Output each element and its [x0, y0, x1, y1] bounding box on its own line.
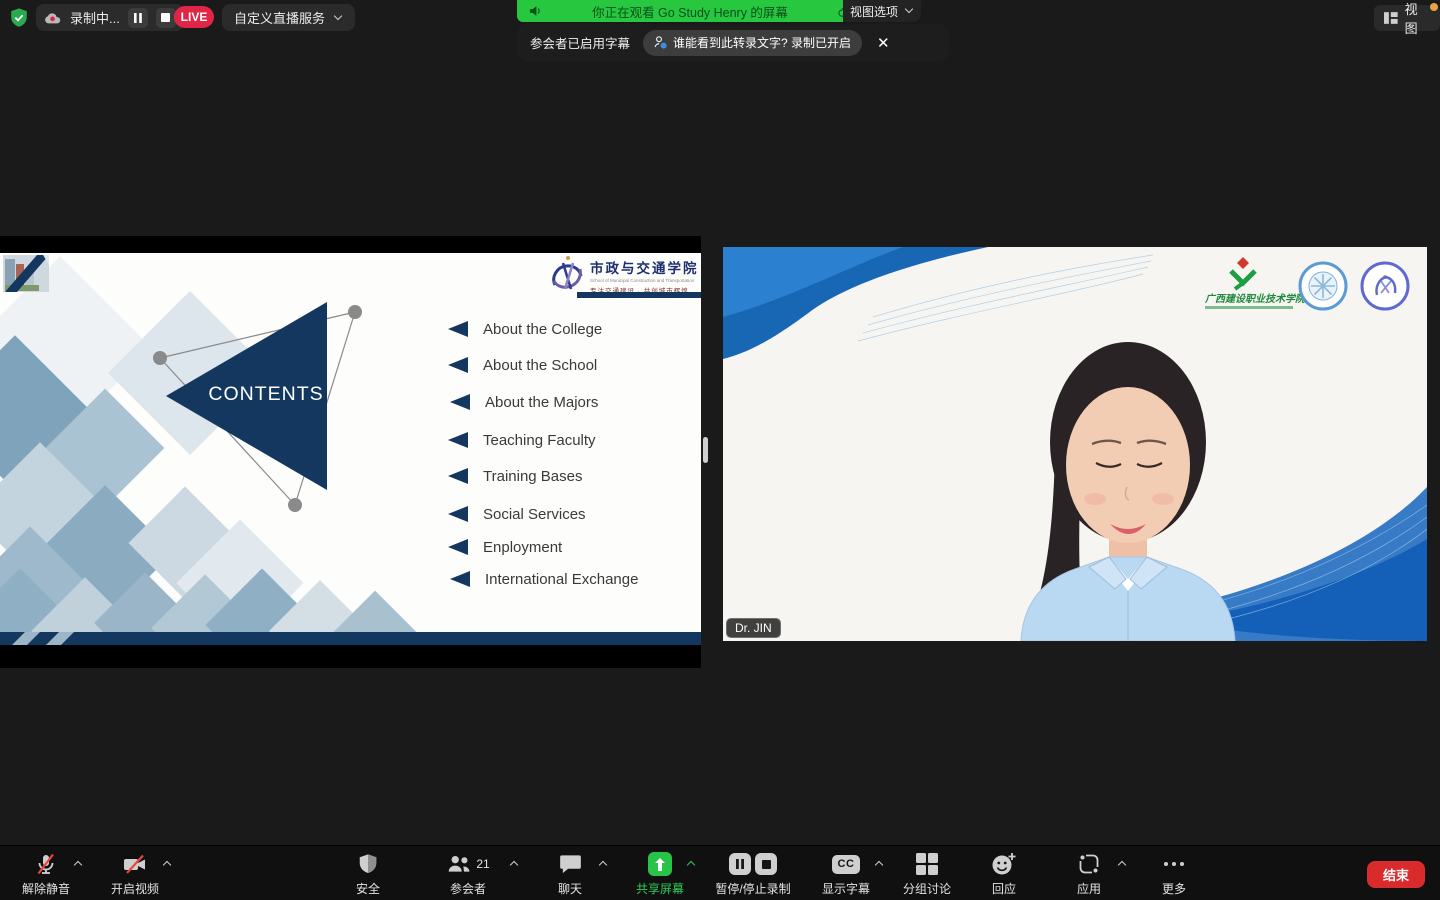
mic-muted-icon — [34, 852, 58, 876]
shared-screen-view: CONTENTS 市政与交通学院 School — [0, 236, 701, 668]
meeting-toolbar: 解除静音 开启视频 安全 — [0, 845, 1440, 900]
stop-recording-button[interactable] — [156, 8, 176, 28]
participants-chevron-icon[interactable] — [509, 859, 519, 869]
chat-label: 聊天 — [558, 880, 582, 897]
view-layout-icon — [1384, 12, 1398, 24]
stop-record-button[interactable] — [755, 853, 777, 875]
audio-options-chevron-icon[interactable] — [73, 859, 83, 869]
unmute-label: 解除静音 — [22, 880, 70, 897]
university-logo-green — [1231, 257, 1255, 289]
close-icon[interactable]: ✕ — [877, 34, 890, 52]
watching-screen-text: 你正在观看 Go Study Henry 的屏幕 — [542, 2, 838, 21]
share-screen-label: 共享屏幕 — [636, 880, 684, 897]
slide-header-text: 市政与交通学院 School of Municipal Construction… — [590, 257, 699, 295]
reactions-label: 回应 — [992, 880, 1016, 897]
list-item: About the School — [448, 354, 597, 376]
view-options-label: 视图选项 — [850, 3, 898, 20]
breakout-rooms-icon — [916, 853, 938, 875]
share-screen-icon — [648, 852, 672, 876]
apps-label: 应用 — [1077, 880, 1101, 897]
record-controls-label: 暂停/停止录制 — [715, 880, 790, 897]
recording-pill: 录制中... — [36, 4, 184, 31]
list-item: Training Bases — [448, 465, 583, 487]
triangle-bullet-icon — [448, 506, 468, 522]
chevron-down-icon — [333, 13, 343, 23]
list-item: About the College — [448, 318, 602, 340]
college-logo-icon — [549, 255, 587, 295]
triangle-bullet-icon — [448, 468, 468, 484]
live-stream-service-button[interactable]: 自定义直播服务 — [222, 4, 355, 31]
more-button[interactable]: 更多 — [1129, 852, 1219, 897]
list-item: Teaching Faculty — [448, 429, 596, 451]
speaker-video-tile: 广西建设职业技术学院 Dr. JIN — [723, 247, 1427, 641]
list-item: International Exchange — [450, 568, 638, 590]
recording-status-label: 录制中... — [70, 8, 120, 27]
live-stream-service-label: 自定义直播服务 — [234, 8, 325, 27]
reactions-icon — [991, 852, 1017, 876]
panel-resize-handle[interactable] — [703, 437, 708, 463]
view-options-button[interactable]: 视图选项 — [843, 0, 921, 22]
speaker-video-frame: 广西建设职业技术学院 — [723, 247, 1427, 641]
reactions-button[interactable]: 回应 — [959, 852, 1049, 897]
cloud-recording-icon — [44, 11, 62, 25]
triangle-bullet-icon — [448, 321, 468, 337]
record-controls: 暂停/停止录制 — [693, 852, 813, 897]
cc-icon: CC — [832, 855, 860, 874]
notification-dot — [1430, 3, 1438, 11]
seal-logo-blue — [1300, 263, 1346, 309]
slide-footer-bar — [0, 632, 701, 645]
participants-button[interactable]: 21 参会者 — [423, 852, 513, 897]
more-label: 更多 — [1162, 880, 1186, 897]
security-label: 安全 — [356, 880, 380, 897]
seal-logo-purple — [1362, 263, 1408, 309]
chat-icon — [559, 853, 582, 875]
apps-icon — [1078, 853, 1100, 875]
triangle-bullet-icon — [448, 432, 468, 448]
participant-name-label: Dr. JIN — [726, 618, 781, 638]
security-shield-icon[interactable] — [8, 7, 30, 29]
list-item: About the Majors — [450, 391, 598, 413]
end-meeting-button[interactable]: 结束 — [1367, 861, 1425, 888]
zoom-meeting-window: 录制中... LIVE 自定义直播服务 你正在观看 Go Study Henry… — [0, 0, 1440, 900]
view-button-label: 视图 — [1405, 0, 1430, 37]
chevron-down-icon — [904, 6, 914, 16]
list-item: Social Services — [448, 503, 586, 525]
chat-chevron-icon[interactable] — [598, 859, 608, 869]
captions-notice-bar: 参会者已启用字幕 谁能看到此转录文字? 录制已开启 ✕ — [517, 24, 949, 61]
pause-record-button[interactable] — [729, 853, 751, 875]
participants-count: 21 — [476, 857, 489, 871]
security-button[interactable]: 安全 — [323, 852, 413, 897]
speaker-icon — [529, 5, 542, 17]
more-icon — [1164, 862, 1185, 867]
live-badge: LIVE — [174, 6, 214, 28]
shield-icon — [357, 852, 379, 876]
university-name-text: 广西建设职业技术学院 — [1204, 293, 1307, 305]
campus-photo — [3, 255, 49, 292]
speaker-person — [1021, 342, 1235, 641]
watching-screen-banner: 你正在观看 Go Study Henry 的屏幕 — [517, 0, 867, 22]
contents-title: CONTENTS — [198, 383, 334, 406]
list-item: Enployment — [448, 536, 562, 558]
transcript-notice-label: 谁能看到此转录文字? 录制已开启 — [673, 34, 851, 51]
person-icon — [654, 36, 667, 49]
captions-enabled-text: 参会者已启用字幕 — [530, 33, 630, 52]
college-name-cn: 市政与交通学院 — [590, 257, 699, 277]
triangle-bullet-icon — [450, 571, 470, 587]
triangle-bullet-icon — [448, 357, 468, 373]
participants-label: 参会者 — [450, 880, 486, 897]
transcript-visibility-button[interactable]: 谁能看到此转录文字? 录制已开启 — [643, 30, 862, 56]
presentation-slide: CONTENTS 市政与交通学院 School — [0, 253, 701, 645]
show-captions-label: 显示字幕 — [822, 880, 870, 897]
participants-icon — [446, 853, 472, 875]
triangle-bullet-icon — [448, 539, 468, 555]
header-accent-bar — [577, 292, 701, 298]
video-options-chevron-icon[interactable] — [162, 859, 172, 869]
start-video-label: 开启视频 — [111, 880, 159, 897]
breakout-rooms-label: 分组讨论 — [903, 880, 951, 897]
apps-chevron-icon[interactable] — [1117, 859, 1127, 869]
triangle-bullet-icon — [450, 394, 470, 410]
college-name-en: School of Municipal Construction and Tra… — [590, 278, 699, 283]
pause-recording-button[interactable] — [128, 8, 148, 28]
video-off-icon — [122, 852, 148, 876]
